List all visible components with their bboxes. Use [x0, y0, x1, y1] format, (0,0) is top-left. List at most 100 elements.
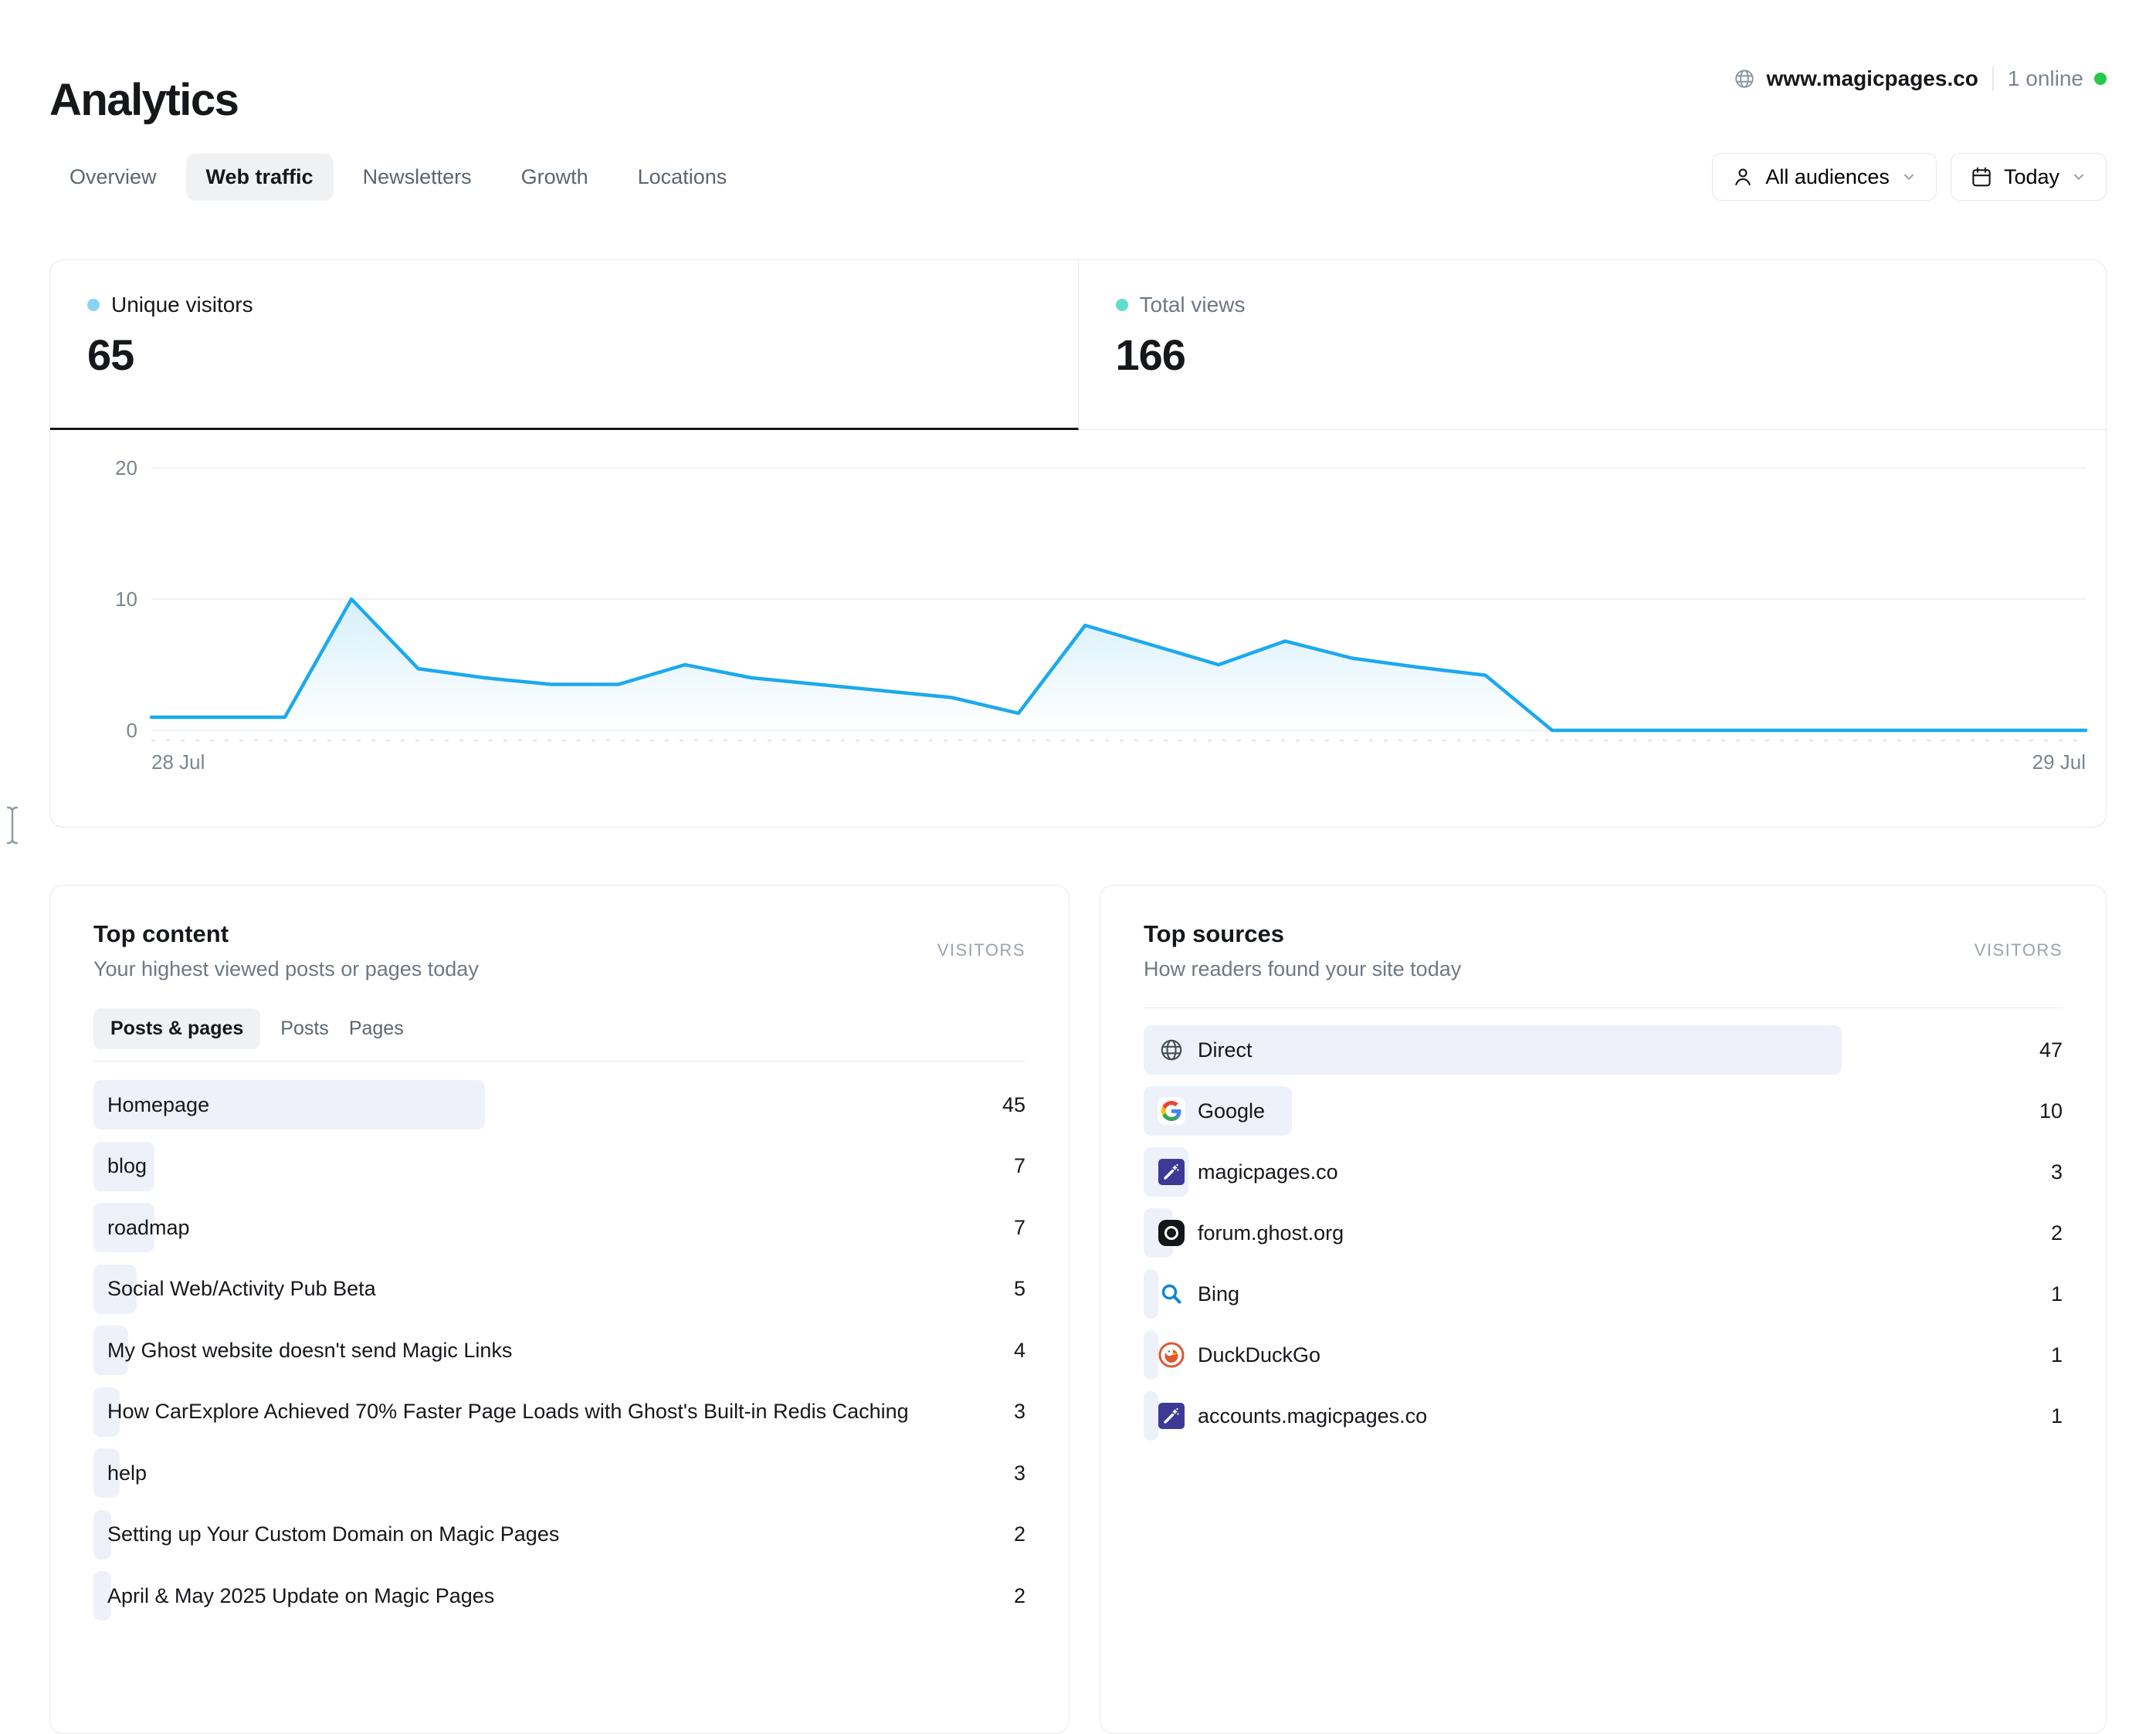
filter-controls: All audiences Today	[1712, 153, 2107, 201]
row-label: Direct	[1198, 1038, 1253, 1062]
svg-text:20: 20	[115, 456, 137, 479]
row-label: April & May 2025 Update on Magic Pages	[107, 1584, 494, 1608]
row-value: 45	[1002, 1080, 1025, 1129]
row-label: Google	[1198, 1099, 1265, 1123]
list-item-forum-ghost-org[interactable]: forum.ghost.org 2	[1144, 1208, 2063, 1258]
list-item-duckduckgo[interactable]: DuckDuckGo1	[1144, 1330, 2063, 1380]
row-value: 1	[2051, 1269, 2063, 1319]
traffic-card: Unique visitors65Total views166 0102028 …	[49, 259, 2107, 828]
row-value: 10	[2039, 1086, 2063, 1136]
tab-newsletters[interactable]: Newsletters	[343, 154, 492, 201]
online-dot-icon	[2094, 73, 2107, 85]
stat-tab-total-views[interactable]: Total views166	[1079, 260, 2107, 430]
row-label: help	[107, 1461, 147, 1485]
globe-icon	[1733, 67, 1756, 90]
online-count: 1 online	[2008, 66, 2083, 91]
row-value: 1	[2051, 1330, 2063, 1380]
row-value: 7	[1014, 1142, 1025, 1191]
duckduckgo-icon	[1158, 1341, 1185, 1369]
tab-web-traffic[interactable]: Web traffic	[186, 154, 334, 201]
list-item-how-carexplore-achieved-70-faster-page-loads-with-ghost-s-built-in-redis-caching[interactable]: How CarExplore Achieved 70% Faster Page …	[93, 1387, 1025, 1437]
list-item-blog[interactable]: blog 7	[93, 1142, 1025, 1191]
row-value: 3	[2051, 1147, 2063, 1197]
tab-growth[interactable]: Growth	[501, 154, 608, 201]
calendar-icon	[1970, 165, 1993, 188]
date-filter-button[interactable]: Today	[1951, 153, 2107, 201]
row-value: 5	[1014, 1265, 1025, 1314]
top-sources-title: Top sources	[1144, 919, 2063, 949]
list-item-social-web-activity-pub-beta[interactable]: Social Web/Activity Pub Beta 5	[93, 1265, 1025, 1314]
row-value: 2	[1014, 1510, 1025, 1560]
list-item-direct[interactable]: Direct 47	[1144, 1025, 2063, 1075]
row-value: 3	[1014, 1387, 1025, 1437]
top-sources-list: Direct 47 Google 10 magicpages.co 3 forum.ghos…	[1144, 1025, 2063, 1441]
row-main: April & May 2025 Update on Magic Pages	[93, 1571, 494, 1621]
row-value: 2	[2051, 1208, 2063, 1258]
stats-row: Unique visitors 65Total views166	[50, 260, 2106, 430]
online-status: 1 online	[2008, 66, 2107, 91]
list-item-accounts-magicpages-co[interactable]: accounts.magicpages.co 1	[1144, 1391, 2063, 1441]
list-item-april-may-2025-update-on-magic-pages[interactable]: April & May 2025 Update on Magic Pages 2	[93, 1571, 1025, 1621]
content-type-tabs: Posts & pages Posts Pages	[93, 1008, 1025, 1049]
top-content-title: Top content	[93, 919, 1025, 949]
tab-overview[interactable]: Overview	[49, 154, 177, 201]
list-item-my-ghost-website-doesn-t-send-magic-links[interactable]: My Ghost website doesn't send Magic Link…	[93, 1326, 1025, 1375]
chevron-down-icon	[1900, 168, 1917, 185]
top-sources-subtitle: How readers found your site today	[1144, 956, 2063, 982]
list-item-homepage[interactable]: Homepage 45	[93, 1080, 1025, 1129]
row-main: How CarExplore Achieved 70% Faster Page …	[93, 1387, 909, 1437]
content-tab-pages[interactable]: Pages	[349, 1008, 404, 1049]
row-main: Bing	[1144, 1269, 1239, 1319]
stat-value: 65	[87, 330, 1078, 380]
svg-text:28 Jul: 28 Jul	[151, 750, 205, 774]
row-label: My Ghost website doesn't send Magic Link…	[107, 1339, 512, 1363]
list-item-setting-up-your-custom-domain-on-magic-pages[interactable]: Setting up Your Custom Domain on Magic P…	[93, 1510, 1025, 1560]
content-tab-posts[interactable]: Posts	[280, 1008, 329, 1049]
row-label: How CarExplore Achieved 70% Faster Page …	[107, 1400, 909, 1424]
chart-area: 0102028 Jul29 Jul	[50, 430, 2105, 827]
stat-label: Unique visitors	[87, 293, 1078, 317]
row-label: Bing	[1198, 1282, 1239, 1306]
stat-label: Total views	[1116, 293, 2107, 317]
top-content-card: Top content Your highest viewed posts or…	[49, 885, 1070, 1734]
row-main: blog	[93, 1142, 147, 1191]
top-content-subtitle: Your highest viewed posts or pages today	[93, 956, 1025, 982]
row-main: forum.ghost.org	[1144, 1208, 1344, 1258]
row-label: roadmap	[107, 1216, 190, 1240]
row-value: 47	[2039, 1025, 2063, 1075]
list-item-help[interactable]: help3	[93, 1448, 1025, 1498]
content-tab-posts-pages[interactable]: Posts & pages	[93, 1008, 260, 1049]
list-item-bing[interactable]: Bing 1	[1144, 1269, 2063, 1319]
site-info: www.magicpages.co 1 online	[1733, 66, 2107, 91]
page-title: Analytics	[49, 75, 238, 126]
row-label: accounts.magicpages.co	[1198, 1404, 1427, 1428]
tab-locations[interactable]: Locations	[618, 154, 747, 201]
row-main: magicpages.co	[1144, 1147, 1338, 1197]
chart-area-fill	[151, 599, 2086, 730]
list-item-magicpages-co[interactable]: magicpages.co 3	[1144, 1147, 2063, 1197]
traffic-chart[interactable]: 0102028 Jul29 Jul	[50, 430, 2105, 827]
ghost-icon	[1158, 1219, 1185, 1247]
top-sources-card: Top sources How readers found your site …	[1100, 885, 2107, 1734]
list-item-google[interactable]: Google 10	[1144, 1086, 2063, 1136]
visitors-column-header: VISITORS	[1975, 940, 2063, 960]
svg-text:29 Jul: 29 Jul	[2032, 750, 2086, 774]
stat-label-text: Unique visitors	[111, 293, 253, 317]
row-value: 1	[2051, 1391, 2063, 1441]
audience-filter-button[interactable]: All audiences	[1712, 153, 1937, 201]
row-main: Setting up Your Custom Domain on Magic P…	[93, 1510, 559, 1560]
row-main: Google	[1144, 1086, 1265, 1136]
row-value: 2	[1014, 1571, 1025, 1621]
stat-tab-unique-visitors[interactable]: Unique visitors 65	[50, 260, 1079, 430]
row-label: Homepage	[107, 1093, 209, 1117]
magicpages-icon	[1158, 1402, 1185, 1430]
svg-text:0: 0	[127, 719, 137, 742]
nav-row: OverviewWeb trafficNewslettersGrowthLoca…	[49, 151, 2107, 202]
list-item-roadmap[interactable]: roadmap 7	[93, 1203, 1025, 1252]
row-main: Social Web/Activity Pub Beta	[93, 1265, 376, 1314]
row-main: help	[93, 1448, 147, 1498]
legend-dot-icon	[87, 299, 100, 311]
row-value: 7	[1014, 1203, 1025, 1252]
row-main: roadmap	[93, 1203, 190, 1252]
site-domain-link[interactable]: www.magicpages.co	[1733, 66, 1978, 91]
